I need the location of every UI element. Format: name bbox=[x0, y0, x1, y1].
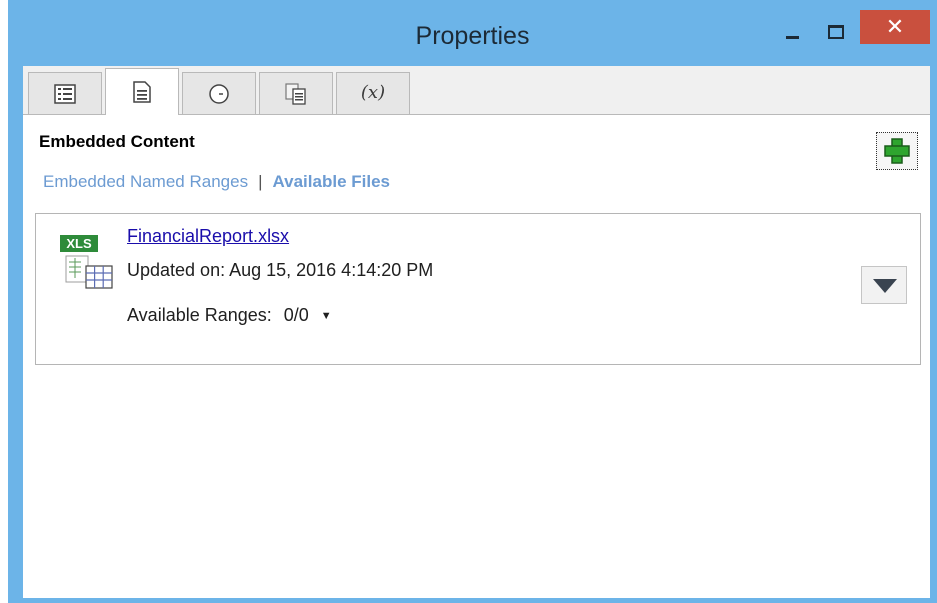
document-icon bbox=[133, 81, 151, 103]
tab-variable[interactable]: (x) bbox=[336, 72, 410, 114]
close-button[interactable]: ✕ bbox=[860, 10, 930, 44]
file-updated-text: Updated on: Aug 15, 2016 4:14:20 PM bbox=[127, 260, 434, 280]
maximize-icon bbox=[828, 25, 844, 39]
close-icon: ✕ bbox=[885, 14, 905, 39]
tab-list[interactable] bbox=[28, 72, 102, 114]
add-file-button[interactable] bbox=[876, 132, 918, 170]
file-name-link[interactable]: FinancialReport.xlsx bbox=[127, 226, 289, 247]
excel-file-icon: XLS bbox=[60, 234, 114, 290]
title-bar[interactable]: Properties ✕ bbox=[8, 0, 937, 66]
properties-panel: (x) Embedded Content Embedded Named Rang… bbox=[23, 66, 930, 598]
list-icon bbox=[54, 83, 76, 104]
content-links: Embedded Named Ranges | Available Files bbox=[43, 172, 390, 192]
maximize-button[interactable] bbox=[818, 18, 852, 48]
available-files-link[interactable]: Available Files bbox=[273, 172, 390, 191]
xls-icon-label: XLS bbox=[66, 236, 92, 251]
ranges-value[interactable]: 0/0 bbox=[284, 305, 309, 325]
tab-strip: (x) bbox=[23, 66, 930, 115]
chevron-down-icon bbox=[873, 279, 897, 293]
link-separator: | bbox=[258, 172, 263, 191]
embedded-named-ranges-link[interactable]: Embedded Named Ranges bbox=[43, 172, 248, 191]
ranges-label: Available Ranges: bbox=[127, 305, 272, 325]
tab-clock[interactable] bbox=[182, 72, 256, 114]
minimize-button[interactable] bbox=[776, 18, 810, 48]
available-ranges: Available Ranges: 0/0 ▼ bbox=[127, 305, 332, 326]
tab-copy[interactable] bbox=[259, 72, 333, 114]
ranges-dropdown-icon[interactable]: ▼ bbox=[321, 310, 332, 322]
green-plus-icon bbox=[884, 138, 910, 164]
expand-file-button[interactable] bbox=[861, 266, 907, 304]
copy-document-icon bbox=[285, 82, 306, 105]
tab-document[interactable] bbox=[105, 68, 179, 115]
clock-icon bbox=[209, 83, 229, 104]
variable-icon: (x) bbox=[360, 82, 386, 103]
properties-window: Properties ✕ (x) Embedded Content Embedd… bbox=[8, 0, 937, 603]
file-card: XLS FinancialReport.xlsx Updated on: Aug… bbox=[35, 213, 921, 365]
section-title: Embedded Content bbox=[39, 132, 195, 151]
minimize-icon bbox=[786, 36, 799, 39]
